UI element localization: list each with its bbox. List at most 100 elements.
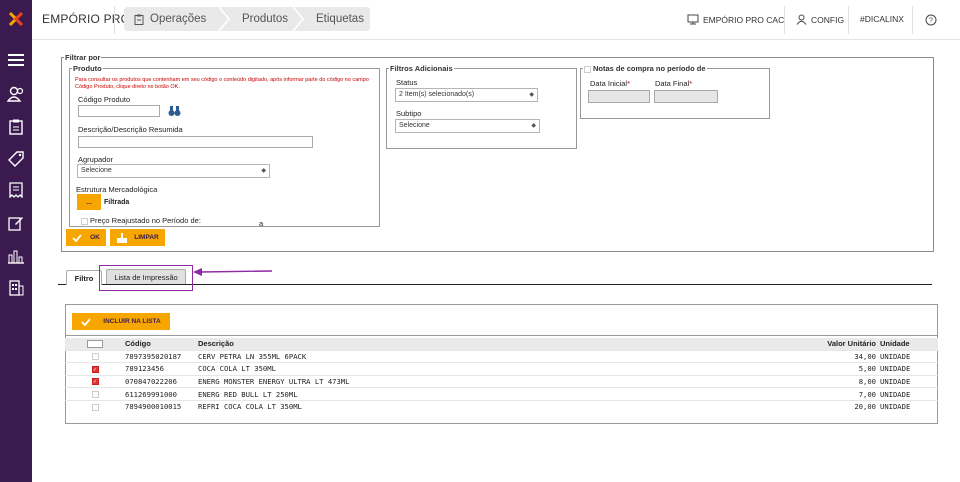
breadcrumb-etiquetas[interactable]: Etiquetas (294, 7, 370, 31)
select-all-checkbox[interactable] (87, 340, 103, 349)
adicionais-fieldset: Filtros Adicionais (386, 64, 577, 149)
subtipo-select[interactable]: Selecione ◆ (395, 119, 540, 133)
descricao-label: Descrição/Descrição Resumida (78, 125, 183, 134)
preco-checkbox[interactable] (81, 218, 88, 225)
col-valor[interactable]: Valor Unitário (746, 338, 880, 350)
cell-valor: 34,00 (746, 349, 880, 363)
data-inicial-input[interactable] (588, 90, 650, 103)
table-row[interactable]: 7894900010015 REFRI COCA COLA LT 350ML 20,… (65, 399, 938, 413)
notas-legend-label: Notas de compra no período de (593, 64, 706, 73)
row-select-cell[interactable] (65, 399, 125, 413)
tab-label: Filtro (74, 273, 94, 283)
table-row[interactable]: ✓ 789123456 COCA COLA LT 350ML 5,00 UNIDADE (65, 362, 938, 376)
table-row[interactable]: 7897395020187 CERV PETRA LN 355ML 6PACK 34… (65, 349, 938, 363)
breadcrumb-produtos[interactable]: Produtos (220, 7, 302, 31)
annotation-highlight-box (99, 265, 193, 291)
status-select[interactable]: 2 Item(s) selecionado(s) ◆ (395, 88, 538, 102)
breadcrumb-operacoes[interactable]: Operações (124, 7, 228, 31)
top-bar: EMPÓRIO PRO Operações Produtos Etiquetas… (32, 0, 960, 40)
row-checkbox[interactable]: ✓ (91, 378, 99, 386)
limpar-label: LIMPAR (134, 234, 159, 241)
clipboard-icon[interactable] (6, 117, 26, 137)
tab-filtro[interactable]: Filtro (66, 270, 102, 285)
status-label: Status (396, 78, 418, 87)
limpar-button[interactable]: LIMPAR (110, 229, 165, 246)
row-checkbox[interactable] (91, 353, 99, 361)
receipt-icon[interactable] (6, 180, 26, 200)
produto-hint: Para consultar os produtos que contenham… (75, 77, 369, 90)
row-checkbox[interactable] (91, 403, 99, 411)
building-icon[interactable] (6, 278, 26, 298)
store-icon (687, 14, 699, 25)
estrutura-status: Filtrada (104, 199, 130, 206)
incluir-label: INCLUIR NA LISTA (103, 318, 161, 325)
agrupador-value: Selecione (81, 167, 112, 174)
col-unidade[interactable]: Unidade (880, 338, 938, 350)
menu-icon[interactable] (6, 50, 26, 70)
row-select-cell[interactable]: ✓ (65, 362, 125, 376)
dicalinx-link[interactable]: #DICALINX (860, 14, 904, 24)
subtipo-label: Subtipo (396, 109, 422, 118)
data-final-label: Data Final* (655, 79, 692, 88)
table-row[interactable]: ✓ 070847022206 ENERG MONSTER ENERGY ULTRA … (65, 374, 938, 388)
divider (848, 6, 849, 34)
config-button[interactable]: CONFIG (796, 14, 844, 25)
cell-valor: 8,00 (746, 374, 880, 388)
help-button[interactable]: ? (925, 14, 937, 26)
cell-codigo: 7894900010015 (125, 399, 198, 413)
breadcrumb-label: Operações (150, 13, 207, 25)
cell-valor: 5,00 (746, 362, 880, 376)
breadcrumb-label: Etiquetas (316, 13, 364, 25)
users-icon[interactable] (6, 84, 26, 104)
col-codigo[interactable]: Código (125, 338, 198, 350)
table-row[interactable]: 611269991000 ENERG RED BULL LT 250ML 7,00 U… (65, 387, 938, 401)
row-checkbox[interactable] (91, 391, 99, 399)
search-binoculars-icon[interactable] (168, 105, 181, 117)
chart-icon[interactable] (6, 246, 26, 266)
select-all-header[interactable] (65, 338, 125, 350)
incluir-na-lista-button[interactable]: INCLUIR NA LISTA (72, 313, 170, 330)
chevron-updown-icon: ◆ (529, 92, 534, 98)
cell-descricao: REFRI COCA COLA LT 350ML (198, 399, 746, 413)
subtipo-value: Selecione (399, 122, 430, 129)
cell-descricao: CERV PETRA LN 355ML 6PACK (198, 349, 746, 363)
estrutura-button[interactable]: ... (77, 194, 101, 210)
data-final-text: Data Final (655, 79, 690, 88)
dicalinx-label: #DICALINX (860, 14, 904, 24)
chevron-updown-icon: ◆ (261, 168, 266, 174)
cell-valor: 7,00 (746, 387, 880, 401)
cell-unidade: UNIDADE (880, 399, 938, 413)
breadcrumb: Operações Produtos Etiquetas (124, 7, 372, 31)
divider (784, 6, 785, 34)
cell-codigo: 070847022206 (125, 374, 198, 388)
sidebar (0, 0, 32, 482)
app-logo-icon[interactable] (9, 11, 23, 27)
help-icon: ? (925, 14, 937, 26)
produto-legend: Produto (73, 64, 102, 73)
notas-checkbox[interactable] (584, 65, 591, 73)
codigo-input[interactable] (78, 105, 160, 117)
row-checkbox[interactable]: ✓ (91, 365, 99, 373)
cell-unidade: UNIDADE (880, 349, 938, 363)
col-descricao[interactable]: Descrição (198, 338, 746, 350)
check-icon (81, 317, 91, 326)
cell-codigo: 611269991000 (125, 387, 198, 401)
agrupador-select[interactable]: Selecione ◆ (77, 164, 270, 178)
row-select-cell[interactable]: ✓ (65, 374, 125, 388)
table-header: Código Descrição Valor Unitário Unidade (65, 338, 938, 350)
row-select-cell[interactable] (65, 387, 125, 401)
chevron-updown-icon: ◆ (531, 123, 536, 129)
descricao-input[interactable] (78, 136, 313, 148)
tag-icon[interactable] (6, 149, 26, 169)
list-toolbar-divider (65, 335, 938, 336)
ok-button[interactable]: OK (66, 229, 106, 246)
estrutura-label: Estrutura Mercadológica (76, 185, 158, 194)
row-select-cell[interactable] (65, 349, 125, 363)
data-final-input[interactable] (654, 90, 718, 103)
store-selector[interactable]: EMPÓRIO PRO CAC (687, 14, 784, 25)
cell-unidade: UNIDADE (880, 374, 938, 388)
cell-valor: 20,00 (746, 399, 880, 413)
agrupador-label: Agrupador (78, 155, 114, 164)
edit-icon[interactable] (6, 213, 26, 233)
cell-unidade: UNIDADE (880, 362, 938, 376)
